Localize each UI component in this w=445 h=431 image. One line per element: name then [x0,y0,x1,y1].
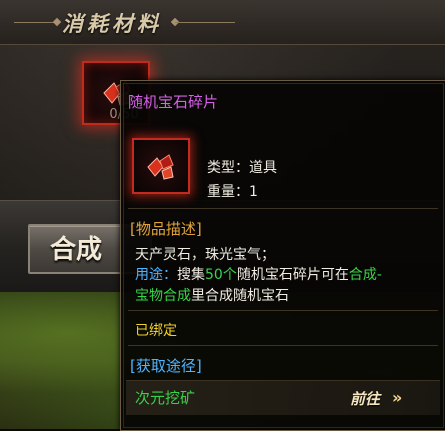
description-heading: [物品描述] [130,220,202,238]
title-ornament-right [175,22,235,23]
usage-prefix: 用途： [135,267,177,283]
red-gem-shards-icon [147,154,174,180]
double-chevron-right-icon: » [392,388,403,407]
description-text: 天产灵石，珠光宝气； [135,247,275,263]
item-weight: 重量：1 [207,184,258,200]
item-name: 随机宝石碎片 [128,93,219,111]
panel-title: 消耗材料 [62,11,162,36]
usage-count: 50个 [205,267,237,283]
item-type: 类型：道具 [207,160,277,176]
source-name: 次元挖矿 [135,389,196,407]
usage-place-2: 宝物合成 [135,288,191,304]
item-icon [132,138,190,194]
usage-collect: 搜集 [177,267,205,283]
source-heading: [获取途径] [130,357,202,375]
usage-suffix: 里合成随机宝石 [191,288,289,304]
goto-button-label: 前往 [350,390,381,408]
usage-line-2: 宝物合成里合成随机宝石 [135,285,440,304]
tooltip-divider-3 [128,345,438,346]
usage-line-1: 用途：搜集50个随机宝石碎片可在合成- [135,264,440,283]
synthesize-button-label: 合成 [50,235,103,265]
tooltip-divider [128,208,438,209]
tooltip-divider-2 [128,310,438,311]
title-ornament-left [14,22,56,23]
usage-item: 随机宝石碎片可在 [236,267,349,283]
bound-status: 已绑定 [135,323,177,339]
usage-place-1: 合成- [348,267,382,283]
